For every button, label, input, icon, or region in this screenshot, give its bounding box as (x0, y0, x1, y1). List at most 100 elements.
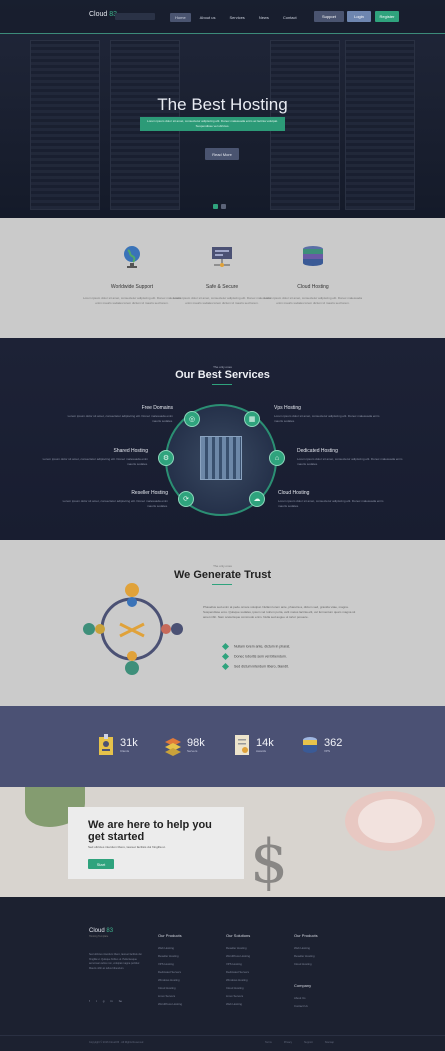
service-title: Cloud Hosting (278, 490, 310, 496)
nav-link-news[interactable]: News (254, 13, 274, 22)
footer-bottom-link[interactable]: Privacy (284, 1041, 292, 1044)
footer-link[interactable]: WordPress Hosting (158, 1002, 218, 1006)
stat-awards: 14k Awards (234, 734, 274, 756)
footer-col-title: Our Products (294, 933, 318, 938)
service-text: Lorem ipsum dolor sit amet, consectetur … (62, 499, 168, 508)
footer-bottom-link[interactable]: Sitemap (325, 1041, 334, 1044)
copyright: Copyright © 2016 Cloud 83 · All Rights R… (89, 1041, 144, 1044)
hero-title: The Best Hosting (157, 95, 288, 114)
footer-link[interactable]: Linux Servers (226, 994, 286, 998)
feature-cloud-hosting: Cloud Hosting Lorem ipsum dolor sit amet… (253, 243, 373, 306)
nav-link-about[interactable]: About us (195, 13, 221, 22)
nav-link-home[interactable]: Home (170, 13, 191, 22)
service-cloud-hosting[interactable]: Cloud Hosting Lorem ipsum dolor sit amet… (278, 490, 388, 508)
start-button[interactable]: Start (88, 859, 114, 869)
service-text: Lorem ipsum dolor sit amet, consectetur … (297, 457, 403, 466)
footer-link[interactable]: Web Hosting (226, 1002, 286, 1006)
service-shared-hosting[interactable]: Shared Hosting Lorem ipsum dolor sit ame… (38, 448, 148, 466)
title-underline (212, 584, 232, 585)
register-button[interactable]: Register (375, 11, 399, 22)
footer-tagline: Hosting Template (89, 935, 109, 938)
logo-text: Cloud (89, 928, 105, 934)
title-underline (212, 384, 232, 385)
footer-logo[interactable]: Cloud 83 (89, 928, 113, 934)
footer-bottom-link[interactable]: Support (304, 1041, 313, 1044)
footer-link[interactable]: Cloud Hosting (158, 986, 218, 990)
footer-bottom: Copyright © 2016 Cloud 83 · All Rights R… (0, 1035, 445, 1051)
footer-link[interactable]: VPS Hosting (226, 962, 286, 966)
footer-link[interactable]: Reseller Hosting (158, 954, 218, 958)
server-rack-image (30, 40, 100, 210)
dedicated-icon: ⌂ (269, 450, 285, 466)
footer-link[interactable]: Contact Us (294, 1004, 354, 1008)
login-button[interactable]: Login (347, 11, 371, 22)
footer-link[interactable]: Cloud Hosting (294, 962, 354, 966)
footer-link[interactable]: Web Hosting (158, 946, 218, 950)
support-button[interactable]: Support (314, 11, 344, 22)
footer-link[interactable]: Dedicated Servers (158, 970, 218, 974)
read-more-button[interactable]: Read More (205, 148, 239, 160)
service-text: Lorem ipsum dolor sit amet, consectetur … (67, 414, 173, 423)
service-text: Lorem ipsum dolor sit amet, consectetur … (42, 457, 148, 466)
services-section: The only ones Our Best Services ◎ ▦ ⚙ ⌂ … (0, 338, 445, 540)
nav-link-contact[interactable]: Contact (278, 13, 302, 22)
footer: Cloud 83 Hosting Template Sed ultricies … (0, 897, 445, 1051)
footer-link[interactable]: WordPress Hosting (226, 954, 286, 958)
hero-section: Cloud 83 Home About us Services News Con… (0, 0, 445, 218)
check-item: Nullam lorem ante, dictum in pharat. (221, 642, 291, 651)
slider-dot[interactable] (221, 204, 226, 209)
stat-clients: 31k Clients (98, 734, 138, 756)
logo[interactable]: Cloud 83 (89, 11, 117, 18)
footer-link[interactable]: Linux Servers (158, 994, 218, 998)
footer-link[interactable]: Reseller Hosting (226, 946, 286, 950)
footer-link[interactable]: Dedicated Servers (226, 970, 286, 974)
cta-text: Sed ultricies interdum libero, laoreet f… (88, 845, 166, 849)
support-label: Support (321, 14, 336, 19)
footer-link[interactable]: About Us (294, 996, 354, 1000)
nav-link-services[interactable]: Services (224, 13, 249, 22)
footer-col-title: Our Products (158, 933, 182, 938)
logo-text: Cloud (89, 11, 108, 18)
stat-vps: 362 VPS (302, 734, 342, 756)
dollar-sign-image: $ (250, 827, 289, 897)
service-reseller-hosting[interactable]: Reseller Hosting Lorem ipsum dolor sit a… (58, 490, 168, 508)
search-input[interactable] (115, 13, 155, 20)
google-icon[interactable]: g (103, 999, 105, 1003)
stat-value: 362 (324, 737, 343, 749)
service-free-domains[interactable]: Free Domains Lorem ipsum dolor sit amet,… (63, 405, 173, 423)
features-section: Worldwide Support Lorem ipsum dolor sit … (0, 218, 445, 338)
stat-servers: 98k Servers (165, 734, 205, 756)
nav-links: Home About us Services News Contact (170, 13, 302, 22)
stat-value: 14k (256, 737, 274, 749)
workflow-diagram (83, 583, 183, 675)
stat-label: VPS (324, 749, 331, 753)
linkedin-icon[interactable]: in (110, 999, 112, 1003)
service-vps-hosting[interactable]: Vps Hosting Lorem ipsum dolor sit amet, … (274, 405, 384, 423)
footer-link[interactable]: Cloud Hosting (226, 986, 286, 990)
coffee-cup-inner (358, 799, 422, 843)
slider-dot[interactable] (213, 204, 218, 209)
behance-icon[interactable]: be (119, 999, 122, 1003)
feature-title: Cloud Hosting (297, 284, 329, 290)
footer-bottom-link[interactable]: Terms (265, 1041, 272, 1044)
server-lock-icon (212, 247, 232, 267)
facebook-icon[interactable]: f (89, 999, 90, 1003)
slider-dots (213, 204, 226, 209)
top-nav: Cloud 83 Home About us Services News Con… (0, 0, 445, 34)
twitter-icon[interactable]: t (96, 999, 97, 1003)
footer-link[interactable]: Reseller Hosting (294, 954, 354, 958)
footer-link[interactable]: Web Hosting (294, 946, 354, 950)
footer-about: Sed ultricies interdum libero, laoreet f… (89, 953, 142, 970)
service-dedicated-hosting[interactable]: Dedicated Hosting Lorem ipsum dolor sit … (297, 448, 407, 466)
service-title: Vps Hosting (274, 405, 301, 411)
trust-title: We Generate Trust (174, 569, 271, 581)
footer-link[interactable]: VPS Hosting (158, 962, 218, 966)
cta-card: We are here to help you get started Sed … (68, 807, 244, 879)
services-title: Our Best Services (175, 369, 270, 381)
check-text: Nullam lorem ante, dictum in pharat. (234, 644, 291, 649)
footer-link[interactable]: Windows Hosting (226, 978, 286, 982)
stat-label: Awards (256, 749, 266, 753)
footer-link[interactable]: Windows Hosting (158, 978, 218, 982)
document-icon (235, 735, 249, 755)
cloud-icon: ☁ (249, 491, 265, 507)
